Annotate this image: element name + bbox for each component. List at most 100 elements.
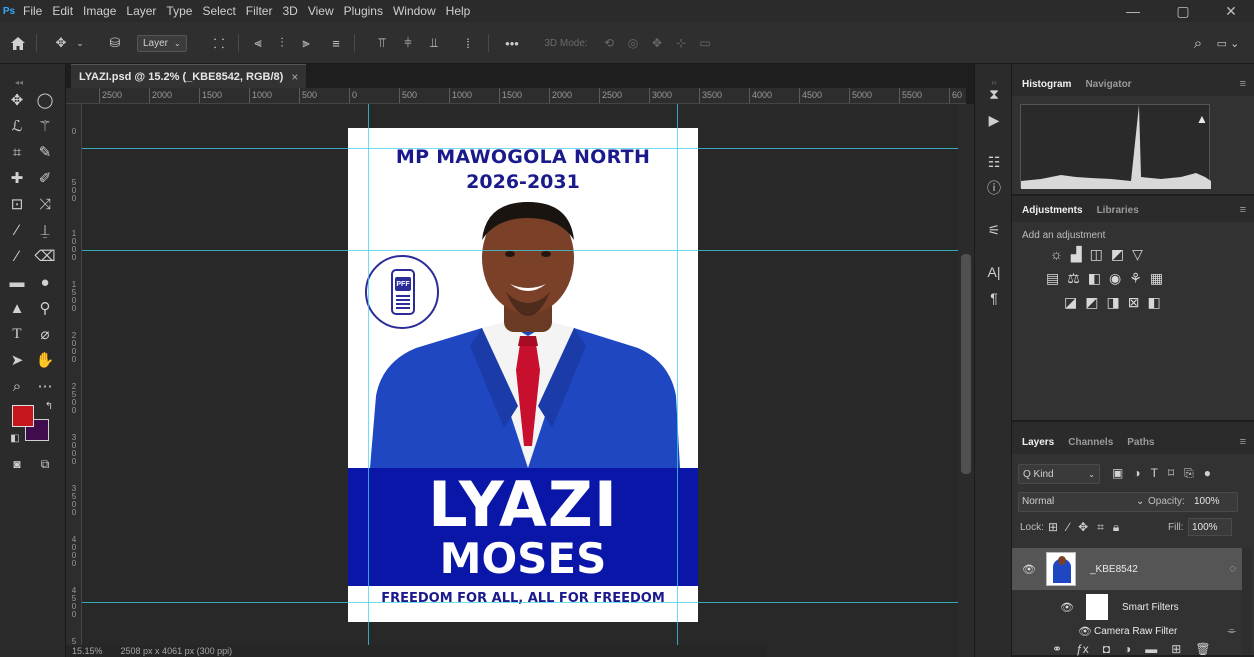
delete-layer-icon[interactable]: 🗑︎ <box>1195 642 1210 656</box>
eyedropper-icon[interactable]: ✎ <box>32 140 58 164</box>
curves-icon[interactable]: ◫ <box>1090 246 1103 263</box>
shape-filter-icon[interactable]: ⌑ <box>1168 466 1174 481</box>
3d-pan-icon[interactable]: ✥ <box>648 32 666 54</box>
menu-view[interactable]: View <box>303 4 339 18</box>
menu-edit[interactable]: Edit <box>47 4 78 18</box>
menu-help[interactable]: Help <box>441 4 476 18</box>
lock-position-icon[interactable]: ✥ <box>1078 520 1088 535</box>
3d-orbit-icon[interactable]: ⟲ <box>600 32 618 54</box>
scrollbar-thumb[interactable] <box>961 254 971 474</box>
channel-mixer-icon[interactable]: ⚘ <box>1129 270 1142 287</box>
canvas-area[interactable]: MP MAWOGOLA NORTH 2026-2031 PFF LYAZI MO… <box>82 104 958 657</box>
levels-icon[interactable]: ▟ <box>1071 246 1082 263</box>
info-icon[interactable]: ⓘ <box>982 176 1006 200</box>
menu-image[interactable]: Image <box>78 4 121 18</box>
workspace-icon[interactable]: ▭ ⌄ <box>1214 32 1242 54</box>
close-button[interactable]: ✕ <box>1208 0 1254 22</box>
content-aware-move-icon[interactable]: ⤨ <box>32 192 58 216</box>
tab-paths[interactable]: Paths <box>1127 437 1154 448</box>
fill-input[interactable]: 100% <box>1188 518 1232 536</box>
align-bottom-icon[interactable]: ⫫ <box>424 32 444 54</box>
type-tool-icon[interactable]: T <box>4 322 30 346</box>
link-layers-icon[interactable]: ⚭ <box>1052 642 1062 656</box>
hand-tool-icon[interactable]: ✋ <box>32 348 58 372</box>
screen-mode-icon[interactable]: ⧉ <box>32 452 58 476</box>
menu-file[interactable]: File <box>18 4 47 18</box>
warning-icon[interactable]: ▲ <box>1196 112 1208 126</box>
layer-name[interactable]: _KBE8542 <box>1090 564 1138 575</box>
layers-scrollbar[interactable] <box>1242 548 1252 654</box>
guide-horizontal[interactable] <box>82 250 958 251</box>
align-top-icon[interactable]: ⫪ <box>372 32 392 54</box>
layer-filter-dropdown[interactable]: Q Kind ⌄ <box>1018 464 1100 484</box>
eye-icon[interactable]: 👁︎ <box>1022 563 1038 576</box>
gradient-tool-icon[interactable]: ▬ <box>4 270 30 294</box>
exposure-icon[interactable]: ◩ <box>1111 246 1124 263</box>
new-group-icon[interactable]: ▬ <box>1145 642 1157 656</box>
menu-3d[interactable]: 3D <box>277 4 302 18</box>
3d-roll-icon[interactable]: ◎ <box>624 32 642 54</box>
tab-histogram[interactable]: Histogram <box>1022 79 1071 90</box>
document-tab[interactable]: LYAZI.psd @ 15.2% (_KBE8542, RGB/8) × <box>71 64 307 88</box>
healing-brush-icon[interactable]: ✚ <box>4 166 30 190</box>
chevron-down-icon[interactable]: ⌄ <box>1136 496 1144 507</box>
align-center-icon[interactable]: ⫶ <box>272 32 292 54</box>
pen-tool-icon[interactable]: ⚲ <box>32 296 58 320</box>
layer-dropdown[interactable]: Layer ⌄ <box>137 35 187 52</box>
move-tool-icon[interactable]: ✥ <box>4 88 30 112</box>
menu-type[interactable]: Type <box>161 4 197 18</box>
history-brush-icon[interactable]: ∕ <box>4 244 30 268</box>
layer-row-smart-filters[interactable]: 👁︎ Smart Filters <box>1012 592 1242 622</box>
lock-transparency-icon[interactable]: ⊞ <box>1048 520 1058 535</box>
patch-tool-icon[interactable]: ✐ <box>32 166 58 190</box>
layer-row-kbe8542[interactable]: 👁︎ _KBE8542 ◌ <box>1012 548 1242 590</box>
new-adjustment-icon[interactable]: ◑ <box>1124 642 1131 656</box>
black-white-icon[interactable]: ◧ <box>1088 270 1101 287</box>
lock-artboard-icon[interactable]: ⌗ <box>1097 520 1104 535</box>
document-canvas[interactable]: MP MAWOGOLA NORTH 2026-2031 PFF LYAZI MO… <box>348 128 698 622</box>
align-left-icon[interactable]: ⫷ <box>248 32 268 54</box>
gradient-map-icon[interactable]: ⊠ <box>1128 294 1140 311</box>
foreground-color-swatch[interactable] <box>12 405 34 427</box>
dodge-tool-icon[interactable]: ▲ <box>4 296 30 320</box>
tab-channels[interactable]: Channels <box>1068 437 1113 448</box>
zoom-level[interactable]: 15.15% <box>72 646 103 656</box>
add-mask-icon[interactable]: ◘ <box>1103 642 1110 656</box>
crop-tool-icon[interactable]: ⌗ <box>4 140 30 164</box>
move-tool-icon[interactable]: ✥ <box>50 32 72 54</box>
menu-layer[interactable]: Layer <box>121 4 161 18</box>
search-icon[interactable]: ⌕ <box>1188 32 1208 54</box>
blend-mode-dropdown[interactable]: Normal <box>1022 496 1054 507</box>
color-balance-icon[interactable]: ⚖ <box>1067 270 1080 287</box>
lock-all-icon[interactable]: 🔒︎ <box>1113 520 1119 535</box>
blur-tool-icon[interactable]: ● <box>32 270 58 294</box>
vertical-scrollbar[interactable] <box>958 104 974 657</box>
opacity-input[interactable]: 100% <box>1194 496 1220 507</box>
panel-menu-icon[interactable]: ≡ <box>1240 204 1246 216</box>
magic-wand-icon[interactable]: ⚚ <box>32 114 58 138</box>
tab-layers[interactable]: Layers <box>1022 437 1054 448</box>
vibrance-icon[interactable]: ▽ <box>1132 246 1143 263</box>
maximize-button[interactable]: ▢ <box>1160 0 1206 22</box>
guide-horizontal[interactable] <box>82 148 958 149</box>
eraser-tool-icon[interactable]: ⌫ <box>32 244 58 268</box>
layer-comps-icon[interactable]: ⚟ <box>982 218 1006 242</box>
type-filter-icon[interactable]: T <box>1151 466 1158 481</box>
tab-adjustments[interactable]: Adjustments <box>1022 205 1083 216</box>
new-layer-icon[interactable]: ⊞ <box>1171 642 1181 656</box>
align-middle-icon[interactable]: ⫩ <box>398 32 418 54</box>
frame-tool-icon[interactable]: ⊡ <box>4 192 30 216</box>
3d-slide-icon[interactable]: ⊹ <box>672 32 690 54</box>
distribute-icon[interactable]: ≡ <box>326 32 346 54</box>
horizontal-ruler[interactable]: 2500 2000 1500 1000 500 0 500 1000 1500 2000 2500 3… <box>66 88 966 104</box>
minimize-button[interactable]: — <box>1110 0 1156 22</box>
3d-camera-icon[interactable]: ▭ <box>696 32 714 54</box>
direct-selection-icon[interactable]: ➤ <box>4 348 30 372</box>
zoom-tool-icon[interactable]: ⌕ <box>4 374 30 398</box>
transform-controls-icon[interactable]: ⸬ <box>208 32 230 54</box>
threshold-icon[interactable]: ◨ <box>1106 294 1119 311</box>
path-selection-icon[interactable]: ⌀ <box>32 322 58 346</box>
properties-icon[interactable]: ☷ <box>982 150 1006 174</box>
invert-icon[interactable]: ◪ <box>1064 294 1077 311</box>
layer-name[interactable]: Camera Raw Filter <box>1094 626 1177 637</box>
